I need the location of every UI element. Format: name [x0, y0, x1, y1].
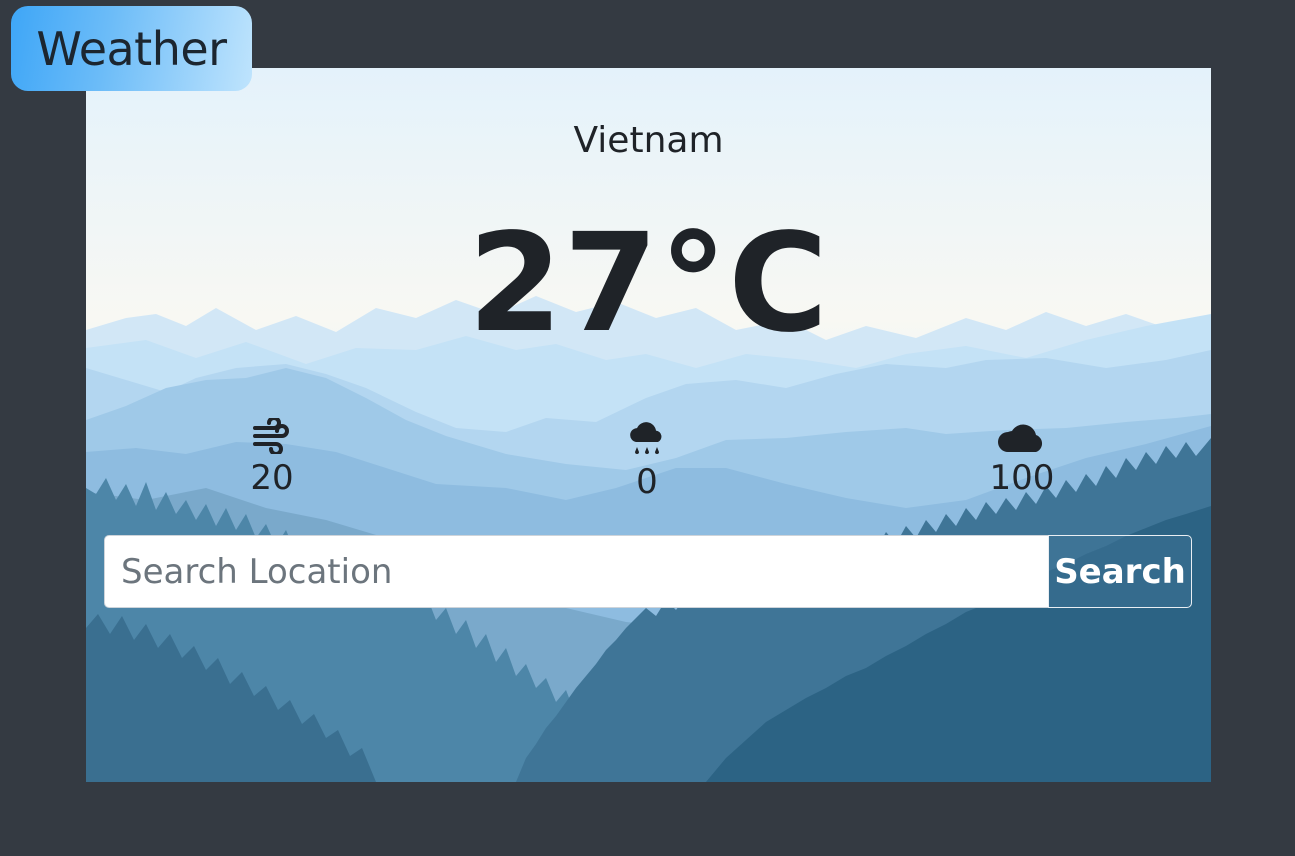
cloud-value: 100: [989, 458, 1055, 498]
cloud-stat: 100: [922, 418, 1122, 498]
search-location-input[interactable]: [104, 535, 1048, 608]
wind-value: 20: [250, 458, 294, 498]
weather-card: Vietnam 27°C 20 0 100 Search: [86, 68, 1211, 782]
app-title: Weather: [36, 21, 227, 76]
search-bar: Search: [104, 535, 1192, 608]
app-title-badge: Weather: [11, 6, 252, 91]
location-name: Vietnam: [573, 120, 724, 161]
cloud-icon: [998, 424, 1043, 452]
cloud-rain-icon: [630, 422, 662, 454]
wind-stat: 20: [172, 418, 372, 498]
temperature-value: 27°C: [467, 205, 830, 363]
rain-stat: 0: [547, 418, 747, 502]
wind-icon: [253, 418, 289, 454]
rain-value: 0: [636, 462, 658, 502]
search-button[interactable]: Search: [1048, 535, 1192, 608]
